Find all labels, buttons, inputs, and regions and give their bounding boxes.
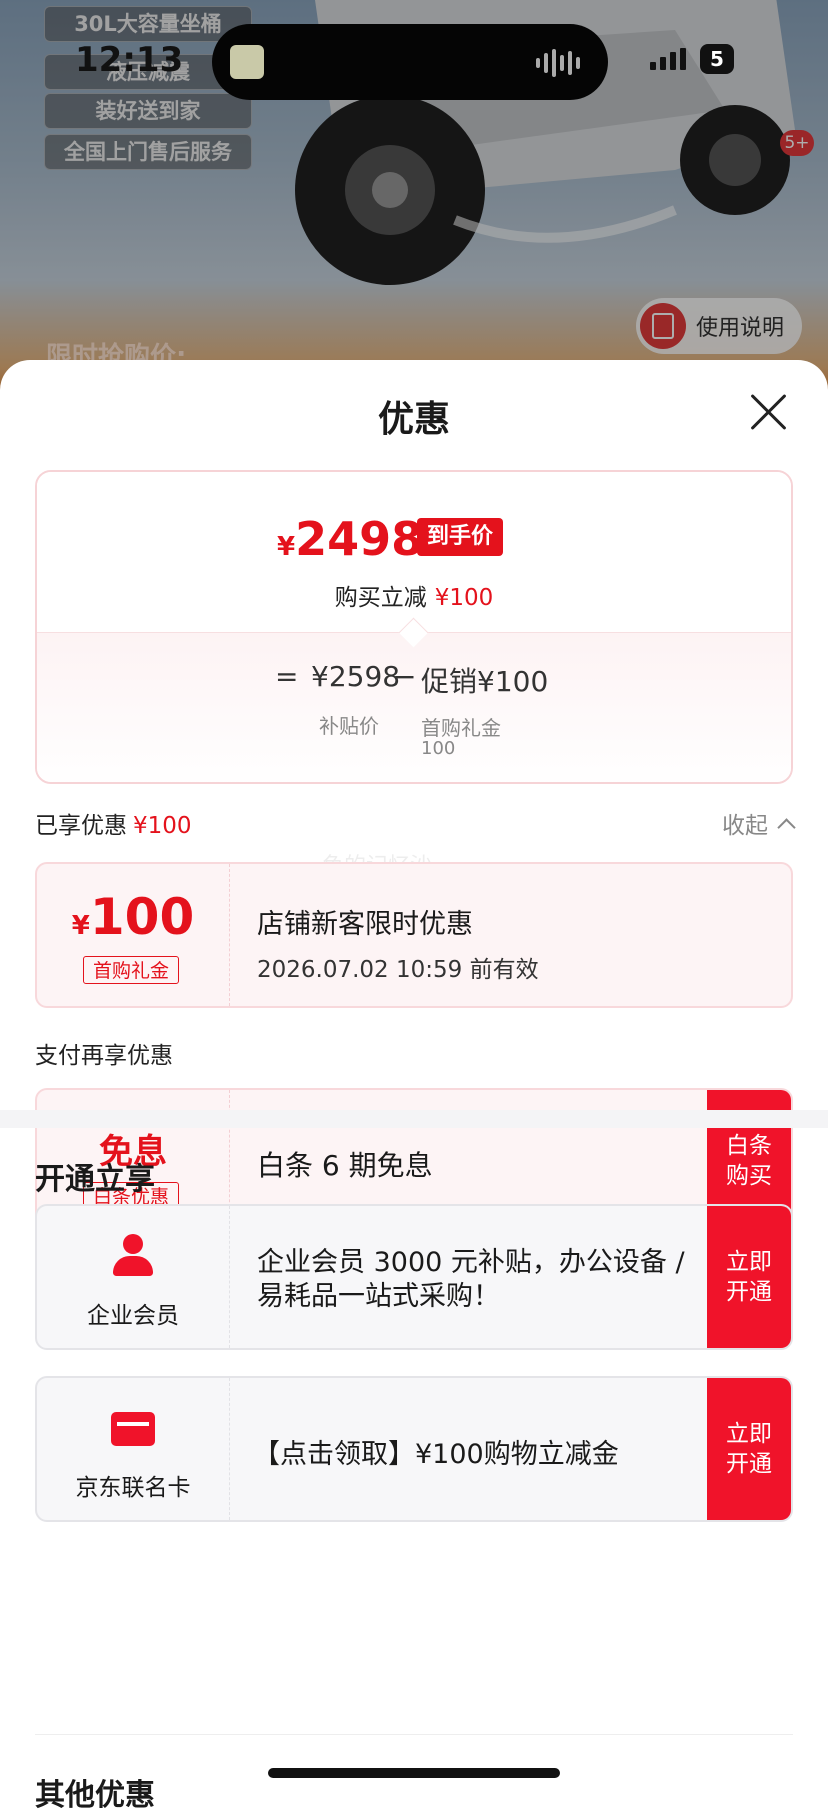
credit-card-icon: [111, 1412, 155, 1446]
enterprise-member-card[interactable]: 企业会员 企业会员 3000 元补贴，办公设备 / 易耗品一站式采购！ 立即开通: [35, 1204, 793, 1350]
coupon-title: 店铺新客限时优惠: [257, 909, 473, 940]
divider: [35, 1734, 793, 1735]
sheet-title: 优惠: [377, 399, 450, 440]
dynamic-island: [212, 24, 608, 100]
close-icon[interactable]: [748, 392, 788, 432]
audio-wave-icon: [536, 48, 580, 78]
promo-value: 促销¥100: [421, 665, 549, 698]
subsidy-price-label: 补贴价: [319, 714, 379, 738]
subsidy-price: ¥2598: [311, 660, 401, 693]
member-desc: 【点击领取】¥100购物立减金: [253, 1439, 619, 1470]
signal-icon: [650, 48, 686, 70]
member-name: 京东联名卡: [75, 1475, 191, 1501]
home-indicator[interactable]: [268, 1768, 560, 1778]
collapse-button[interactable]: 收起: [722, 806, 796, 840]
person-icon: [111, 1234, 155, 1278]
coupon-expiry: 2026.07.02 10:59 前有效: [257, 957, 539, 983]
open-now-button[interactable]: 立即开通: [707, 1378, 791, 1520]
final-price-tag: 到手价: [417, 518, 504, 556]
coupon-amount: ¥100: [71, 888, 195, 946]
section-divider: [0, 1110, 828, 1128]
minus-sign: −: [393, 660, 417, 693]
price-summary-card: ¥2498 到手价 购买立减 ¥100 = ¥2598 补贴价 − 促销¥100 …: [35, 470, 793, 784]
status-time: 12:13: [75, 40, 184, 80]
coupon-title: 白条 6 期免息: [257, 1149, 433, 1182]
open-now-title: 开通立享: [35, 1162, 155, 1197]
new-customer-coupon[interactable]: ¥100 首购礼金 店铺新客限时优惠 2026.07.02 10:59 前有效: [35, 862, 793, 1008]
final-price: ¥2498: [277, 512, 424, 566]
member-name: 企业会员: [87, 1303, 179, 1329]
other-discounts-title: 其他优惠: [35, 1778, 155, 1813]
purchase-reduction: 购买立减 ¥100: [334, 585, 494, 611]
discount-sheet: 优惠 ¥2498 到手价 购买立减 ¥100 = ¥2598 补贴价 − 促销¥1…: [0, 360, 828, 1813]
equals-sign: =: [275, 660, 299, 693]
jd-cobrand-card[interactable]: 京东联名卡 【点击领取】¥100购物立减金 立即开通: [35, 1376, 793, 1522]
island-avatar-icon: [230, 45, 264, 79]
enjoyed-discount-label: 已享优惠 ¥100: [35, 813, 192, 839]
chevron-up-icon: [777, 817, 796, 837]
promo-sub: 100: [421, 738, 456, 759]
pay-more-label: 支付再享优惠: [35, 1043, 173, 1069]
battery-indicator: 5: [700, 44, 734, 74]
coupon-tag: 首购礼金: [83, 956, 179, 984]
member-desc: 企业会员 3000 元补贴，办公设备 / 易耗品一站式采购！: [257, 1247, 685, 1312]
open-now-button[interactable]: 立即开通: [707, 1206, 791, 1348]
promo-label: 首购礼金: [421, 716, 501, 740]
